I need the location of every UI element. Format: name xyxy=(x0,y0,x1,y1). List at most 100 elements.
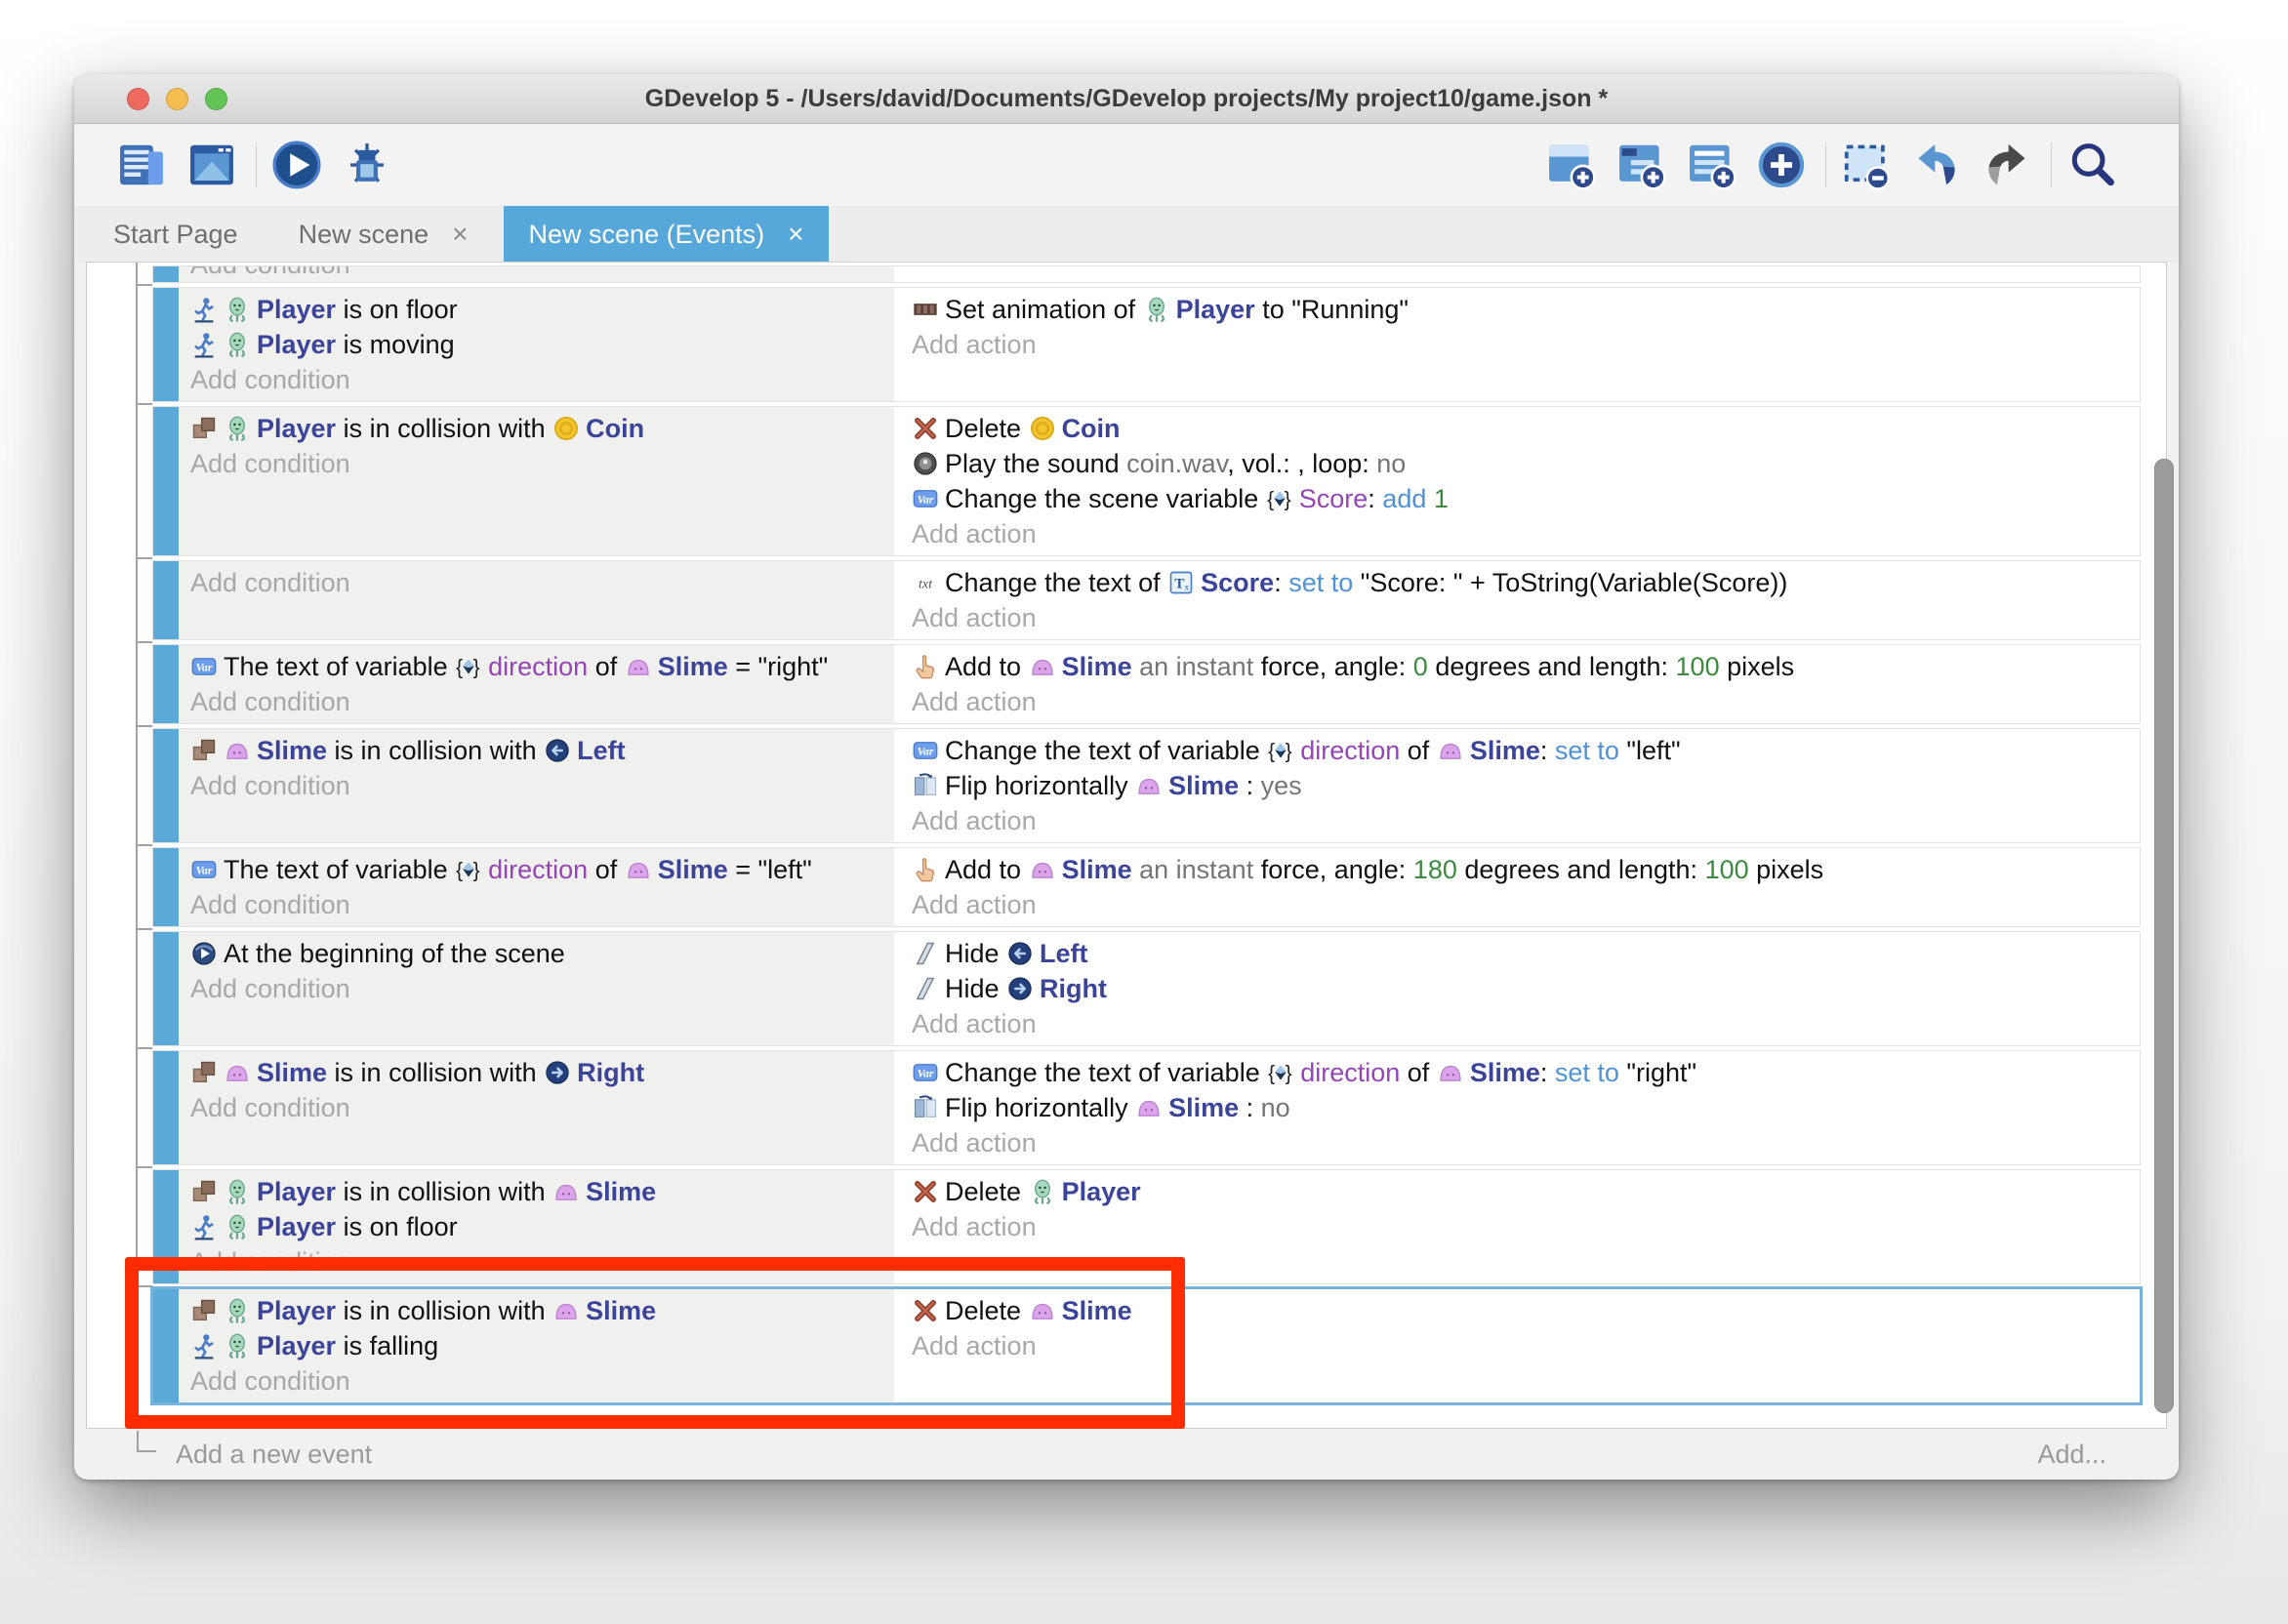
instruction-text: an instant xyxy=(1132,652,1261,681)
add-action-button[interactable]: Add action xyxy=(912,1209,2130,1244)
close-tab-icon[interactable]: × xyxy=(452,221,468,248)
scrollbar-thumb[interactable] xyxy=(2154,459,2174,1413)
search-icon[interactable] xyxy=(2063,137,2120,193)
instruction-text: degrees and length: xyxy=(1428,652,1676,681)
condition[interactable]: Player is on floor xyxy=(190,292,884,327)
event-selection-bar[interactable] xyxy=(153,266,179,282)
instruction-text: degrees and length: xyxy=(1457,855,1705,884)
redo-icon[interactable] xyxy=(1979,137,2035,193)
action[interactable]: Play the sound coin.wav, vol.: , loop: n… xyxy=(912,446,2130,481)
scene-editor-icon[interactable] xyxy=(184,137,240,193)
svg-text:{: { xyxy=(1268,1063,1275,1085)
condition[interactable]: Slime is in collision with Left xyxy=(190,733,884,768)
remove-selection-icon[interactable] xyxy=(1838,137,1895,193)
action[interactable]: Hide Right xyxy=(912,971,2130,1006)
action[interactable]: VarChange the text of variable {}directi… xyxy=(912,1055,2130,1090)
add-action-button[interactable]: Add action xyxy=(912,684,2130,719)
event-selection-bar[interactable] xyxy=(153,561,179,639)
action[interactable]: Add to Slime an instant force, angle: 18… xyxy=(912,852,2130,887)
collision-icon xyxy=(190,1059,218,1086)
tab-bar: Start PageNew scene×New scene (Events)× xyxy=(74,206,2179,263)
conditions-cell: Slime is in collision with LeftAdd condi… xyxy=(179,729,898,842)
condition[interactable]: Player is on floor xyxy=(190,1209,884,1244)
condition[interactable]: VarThe text of variable {}direction of S… xyxy=(190,852,884,887)
event-selection-bar[interactable] xyxy=(153,932,179,1045)
event-row-partial: Add condition xyxy=(152,265,2141,283)
action[interactable]: Flip horizontally Slime : yes xyxy=(912,768,2130,803)
window-title: GDevelop 5 - /Users/david/Documents/GDev… xyxy=(645,85,1608,113)
action[interactable]: Flip horizontally Slime : no xyxy=(912,1090,2130,1125)
event-selection-bar[interactable] xyxy=(153,645,179,723)
condition[interactable]: Slime is in collision with Right xyxy=(190,1055,884,1090)
event-selection-bar[interactable] xyxy=(153,407,179,555)
tab-new-scene-events-[interactable]: New scene (Events)× xyxy=(504,206,830,263)
instruction-text: Change the scene variable xyxy=(945,484,1266,513)
left-icon xyxy=(544,737,571,764)
condition[interactable]: Player is in collision with Coin xyxy=(190,411,884,446)
add-subevent-icon[interactable] xyxy=(1613,137,1669,193)
add-action-button[interactable]: Add action xyxy=(912,1125,2130,1160)
add-action-button[interactable]: Add action xyxy=(912,327,2130,362)
zoom-window-button[interactable] xyxy=(205,88,227,110)
add-action-button[interactable]: Add action xyxy=(912,803,2130,838)
add-event-icon[interactable] xyxy=(1542,137,1599,193)
add-condition-button[interactable]: Add condition xyxy=(190,768,884,803)
action[interactable]: Set animation of Player to "Running" xyxy=(912,292,2130,327)
delete-icon xyxy=(912,1178,939,1205)
event-selection-bar[interactable] xyxy=(153,288,179,401)
event-selection-bar[interactable] xyxy=(153,729,179,842)
action[interactable]: Delete Coin xyxy=(912,411,2130,446)
condition[interactable]: At the beginning of the scene xyxy=(190,936,884,971)
condition[interactable]: VarThe text of variable {}direction of S… xyxy=(190,649,884,684)
close-tab-icon[interactable]: × xyxy=(788,221,803,248)
add-action-button[interactable]: Add action xyxy=(912,516,2130,551)
add-action-button[interactable]: Add action xyxy=(912,887,2130,922)
tab-new-scene[interactable]: New scene× xyxy=(273,206,494,263)
add-condition-button[interactable]: Add condition xyxy=(190,971,884,1006)
tab-start-page[interactable]: Start Page xyxy=(88,206,264,263)
add-comment-icon[interactable] xyxy=(1683,137,1739,193)
event-row: Player is on floorPlayer is movingAdd co… xyxy=(152,287,2141,402)
actions-cell: txtChange the text of TxScore: set to "S… xyxy=(898,561,2140,639)
action[interactable]: VarChange the text of variable {}directi… xyxy=(912,733,2130,768)
instruction-text: : xyxy=(1239,1093,1261,1122)
add-condition-button[interactable]: Add condition xyxy=(190,1090,884,1125)
instruction-text: Player xyxy=(1176,295,1255,324)
add-action-button[interactable]: Add action xyxy=(912,1006,2130,1041)
actions-cell: VarChange the text of variable {}directi… xyxy=(898,1051,2140,1164)
event-selection-bar[interactable] xyxy=(153,1051,179,1164)
action[interactable]: Add to Slime an instant force, angle: 0 … xyxy=(912,649,2130,684)
add-condition-button[interactable]: Add condition xyxy=(190,362,884,397)
event-selection-bar[interactable] xyxy=(153,848,179,926)
action[interactable]: Delete Player xyxy=(912,1174,2130,1209)
toolbar-divider xyxy=(1825,142,1826,187)
condition[interactable]: Player is in collision with Slime xyxy=(190,1174,884,1209)
close-window-button[interactable] xyxy=(127,88,149,110)
event-row: Player is in collision with CoinAdd cond… xyxy=(152,406,2141,556)
add-new-event-button[interactable]: Add a new event xyxy=(176,1440,372,1470)
project-manager-icon[interactable] xyxy=(113,137,170,193)
add-condition-button[interactable]: Add condition xyxy=(190,265,884,282)
add-condition-button[interactable]: Add condition xyxy=(190,887,884,922)
play-icon[interactable] xyxy=(268,137,325,193)
add-condition-button[interactable]: Add condition xyxy=(190,565,884,600)
debug-icon[interactable] xyxy=(339,137,395,193)
add-action-button[interactable]: Add action xyxy=(912,600,2130,635)
condition[interactable]: Player is moving xyxy=(190,327,884,362)
action[interactable]: txtChange the text of TxScore: set to "S… xyxy=(912,565,2130,600)
add-more-button[interactable]: Add... xyxy=(2037,1440,2106,1470)
svg-text:txt: txt xyxy=(919,577,933,591)
instruction-text: Right xyxy=(577,1058,644,1087)
instruction-text: "right" xyxy=(758,652,829,681)
minimize-window-button[interactable] xyxy=(166,88,188,110)
action[interactable]: Hide Left xyxy=(912,936,2130,971)
instruction-text: is on floor xyxy=(336,295,458,324)
action[interactable]: VarChange the scene variable {}Score: ad… xyxy=(912,481,2130,516)
add-circle-icon[interactable] xyxy=(1753,137,1810,193)
instruction-text: = xyxy=(728,652,758,681)
conditions-cell: At the beginning of the sceneAdd conditi… xyxy=(179,932,898,1045)
add-condition-button[interactable]: Add condition xyxy=(190,446,884,481)
add-condition-button[interactable]: Add condition xyxy=(190,684,884,719)
undo-icon[interactable] xyxy=(1908,137,1965,193)
player-icon xyxy=(1029,1178,1056,1205)
